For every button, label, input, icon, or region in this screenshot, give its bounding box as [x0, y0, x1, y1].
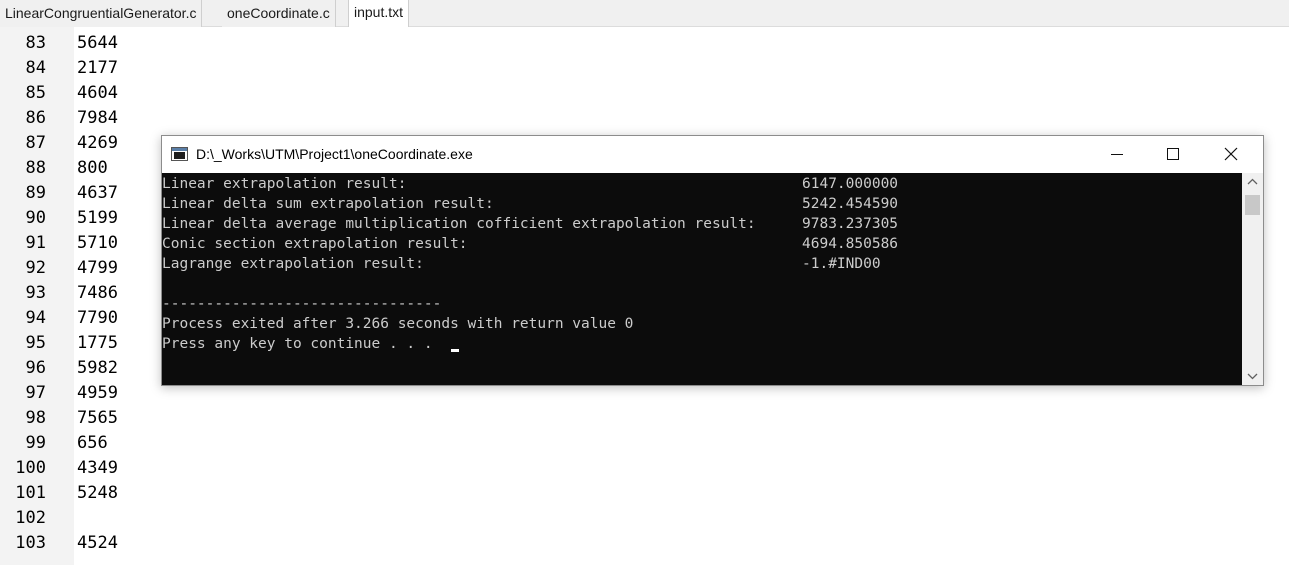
- editor-line: 96 5982: [0, 356, 140, 381]
- line-number: 90: [25, 208, 46, 228]
- editor-line: 85 4604: [0, 81, 140, 106]
- scroll-down-icon[interactable]: [1242, 368, 1263, 385]
- editor-line: 83 5644: [0, 31, 140, 56]
- line-number: 89: [25, 183, 46, 203]
- minimize-icon: [1111, 154, 1123, 155]
- line-text: 7565: [77, 408, 118, 428]
- console-window-icon[interactable]: [171, 147, 188, 161]
- result-label: Linear delta sum extrapolation result:: [162, 196, 494, 212]
- line-number: 103: [15, 533, 46, 553]
- line-number: 96: [25, 358, 46, 378]
- result-value: 5242.454590: [802, 196, 899, 212]
- maximize-button[interactable]: [1150, 136, 1196, 172]
- line-number: 92: [25, 258, 46, 278]
- line-text: 7486: [77, 283, 118, 303]
- editor-line: 88 800: [0, 156, 140, 181]
- result-value: -1.#IND00: [802, 256, 881, 272]
- editor-line: 93 7486: [0, 281, 140, 306]
- editor-line: 90 5199: [0, 206, 140, 231]
- line-text: 7790: [77, 308, 118, 328]
- editor-line: 89 4637: [0, 181, 140, 206]
- line-number: 101: [15, 483, 46, 503]
- close-icon: [1224, 147, 1238, 161]
- line-text: 4269: [77, 133, 118, 153]
- line-number: 98: [25, 408, 46, 428]
- line-number: 99: [25, 433, 46, 453]
- line-number: 94: [25, 308, 46, 328]
- result-value: 9783.237305: [802, 216, 899, 232]
- console-scrollbar[interactable]: [1242, 173, 1263, 385]
- line-text: 1775: [77, 333, 118, 353]
- result-value: 4694.850586: [802, 236, 899, 252]
- line-number: 102: [15, 508, 46, 528]
- line-text: 4604: [77, 83, 118, 103]
- editor-line: 92 4799: [0, 256, 140, 281]
- separator-line: --------------------------------: [162, 296, 442, 312]
- line-text: 4524: [77, 533, 118, 553]
- line-number: 97: [25, 383, 46, 403]
- editor-line: 100 4349: [0, 456, 140, 481]
- editor-line: 97 4959: [0, 381, 140, 406]
- editor-tab-bar: LinearCongruentialGenerator.c oneCoordin…: [0, 0, 1289, 28]
- text-cursor: [451, 349, 459, 352]
- line-number: 100: [15, 458, 46, 478]
- line-number: 91: [25, 233, 46, 253]
- line-number: 87: [25, 133, 46, 153]
- line-text: 5199: [77, 208, 118, 228]
- close-button[interactable]: [1208, 136, 1254, 172]
- tab-one-coordinate[interactable]: oneCoordinate.c: [222, 0, 336, 27]
- line-number: 86: [25, 108, 46, 128]
- editor-line: 98 7565: [0, 406, 140, 431]
- line-text: 4637: [77, 183, 118, 203]
- editor-line: 86 7984: [0, 106, 140, 131]
- line-text: 5644: [77, 33, 118, 53]
- result-label: Linear delta average multiplication coff…: [162, 216, 756, 232]
- line-number: 85: [25, 83, 46, 103]
- editor-line: 84 2177: [0, 56, 140, 81]
- editor-line: 102: [0, 506, 140, 531]
- result-label: Conic section extrapolation result:: [162, 236, 468, 252]
- line-text: 4959: [77, 383, 118, 403]
- editor-line: 99 656: [0, 431, 140, 456]
- exit-message: Process exited after 3.266 seconds with …: [162, 316, 634, 332]
- line-text: 2177: [77, 58, 118, 78]
- line-number: 83: [25, 33, 46, 53]
- line-text: 5982: [77, 358, 118, 378]
- maximize-icon: [1167, 148, 1179, 160]
- line-number: 93: [25, 283, 46, 303]
- minimize-button[interactable]: [1094, 136, 1140, 172]
- line-number: 88: [25, 158, 46, 178]
- scroll-up-icon[interactable]: [1242, 173, 1263, 190]
- editor-line: 87 4269: [0, 131, 140, 156]
- editor-line: 91 5710: [0, 231, 140, 256]
- console-titlebar[interactable]: D:\_Works\UTM\Project1\oneCoordinate.exe: [162, 136, 1263, 173]
- tab-input-txt[interactable]: input.txt: [348, 0, 410, 28]
- line-number: 95: [25, 333, 46, 353]
- editor-line: 103 4524: [0, 531, 140, 556]
- line-number: 84: [25, 58, 46, 78]
- scroll-thumb[interactable]: [1245, 195, 1260, 215]
- line-text: 7984: [77, 108, 118, 128]
- line-text: 5710: [77, 233, 118, 253]
- line-text: 800: [77, 158, 108, 178]
- console-window[interactable]: D:\_Works\UTM\Project1\oneCoordinate.exe…: [161, 135, 1264, 386]
- editor-line: 95 1775: [0, 331, 140, 356]
- result-label: Lagrange extrapolation result:: [162, 256, 424, 272]
- tab-linear-congruential-generator[interactable]: LinearCongruentialGenerator.c: [0, 0, 203, 27]
- console-window-title: D:\_Works\UTM\Project1\oneCoordinate.exe: [196, 146, 473, 162]
- console-output[interactable]: Linear extrapolation result: 6147.000000…: [162, 173, 1242, 385]
- line-text: 4799: [77, 258, 118, 278]
- result-label: Linear extrapolation result:: [162, 176, 407, 192]
- result-value: 6147.000000: [802, 176, 899, 192]
- line-text: 4349: [77, 458, 118, 478]
- editor-line: 94 7790: [0, 306, 140, 331]
- editor-line: 101 5248: [0, 481, 140, 506]
- line-text: 656: [77, 433, 108, 453]
- line-text: 5248: [77, 483, 118, 503]
- continue-prompt: Press any key to continue . . .: [162, 336, 442, 352]
